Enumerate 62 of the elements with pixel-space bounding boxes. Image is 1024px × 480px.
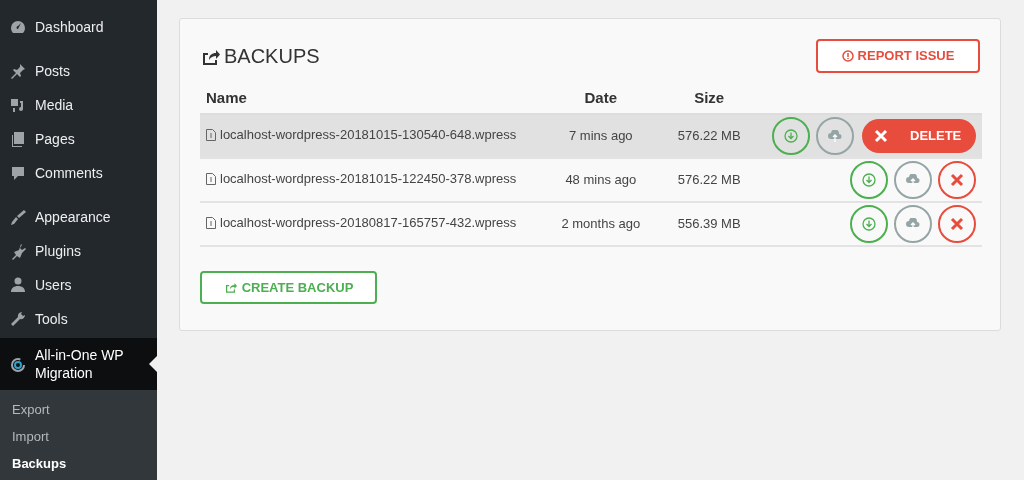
submenu-item[interactable]: Backups xyxy=(0,450,157,477)
file-name: localhost-wordpress-20181015-130540-648.wpress xyxy=(220,126,517,145)
sidebar-item[interactable]: All-in-One WP Migration xyxy=(0,338,157,390)
column-header: Name xyxy=(206,88,247,106)
sidebar-item[interactable]: Pages xyxy=(0,122,157,156)
sidebar-item[interactable]: Users xyxy=(0,268,157,302)
download-button[interactable] xyxy=(772,117,810,155)
column-header: Date xyxy=(584,88,618,106)
close-icon xyxy=(950,173,964,187)
backup-row[interactable]: localhost-wordpress-20181015-130540-648.wpress 7 mins ago 576.22 MB DELETE xyxy=(200,114,982,158)
file-name: localhost-wordpress-20181015-122450-378.wpress xyxy=(220,170,517,189)
download-button[interactable] xyxy=(850,205,888,243)
cloud-upload-icon xyxy=(827,130,843,142)
sidebar-item[interactable]: Comments xyxy=(0,156,157,190)
sidebar-item[interactable]: Media xyxy=(0,88,157,122)
alert-icon xyxy=(841,49,854,62)
download-icon xyxy=(784,129,798,143)
download-button[interactable] xyxy=(850,161,888,199)
sidebar-item[interactable]: Appearance xyxy=(0,200,157,234)
backup-size: 576.22 MB xyxy=(677,172,741,188)
close-icon xyxy=(874,129,888,143)
sidebar-item[interactable]: Plugins xyxy=(0,234,157,268)
refresh-icon xyxy=(9,355,27,373)
cloud-upload-icon xyxy=(905,218,921,230)
backup-size: 556.39 MB xyxy=(677,216,741,232)
download-icon xyxy=(862,173,876,187)
file-name: localhost-wordpress-20180817-165757-432.wpress xyxy=(220,214,517,233)
gauge-icon xyxy=(9,18,27,36)
restore-button[interactable] xyxy=(894,205,932,243)
delete-button[interactable] xyxy=(938,205,976,243)
restore-button[interactable] xyxy=(894,161,932,199)
submenu-item[interactable]: Import xyxy=(0,423,157,450)
restore-button[interactable] xyxy=(816,117,854,155)
column-header: Size xyxy=(694,88,725,106)
cloud-upload-icon xyxy=(905,174,921,186)
delete-button[interactable] xyxy=(938,161,976,199)
backup-row[interactable]: localhost-wordpress-20180817-165757-432.wpress 2 months ago 556.39 MB xyxy=(200,202,982,246)
pointer-icon xyxy=(149,356,157,372)
sidebar-item[interactable]: Posts xyxy=(0,54,157,88)
report-issue-button[interactable]: REPORT ISSUE xyxy=(816,39,980,73)
file-icon xyxy=(206,217,216,230)
backup-date: 2 months ago xyxy=(561,216,641,232)
panel-title: BACKUPS xyxy=(224,43,320,69)
user-icon xyxy=(9,276,27,294)
backup-date: 7 mins ago xyxy=(569,128,633,144)
download-icon xyxy=(862,217,876,231)
sidebar-item[interactable]: Tools xyxy=(0,302,157,336)
close-icon xyxy=(950,217,964,231)
share-icon xyxy=(223,281,237,294)
brush-icon xyxy=(9,208,27,226)
backup-size: 576.22 MB xyxy=(677,128,741,144)
pin-icon xyxy=(9,62,27,80)
backup-date: 48 mins ago xyxy=(565,172,637,188)
file-icon xyxy=(206,173,216,186)
pages-icon xyxy=(9,130,27,148)
sidebar-item[interactable]: Dashboard xyxy=(0,10,157,44)
wrench-icon xyxy=(9,310,27,328)
comment-icon xyxy=(9,164,27,182)
backup-row[interactable]: localhost-wordpress-20181015-122450-378.wpress 48 mins ago 576.22 MB xyxy=(200,158,982,202)
file-icon xyxy=(206,129,216,142)
submenu-item[interactable]: Export xyxy=(0,396,157,423)
delete-button[interactable]: DELETE xyxy=(862,119,976,153)
